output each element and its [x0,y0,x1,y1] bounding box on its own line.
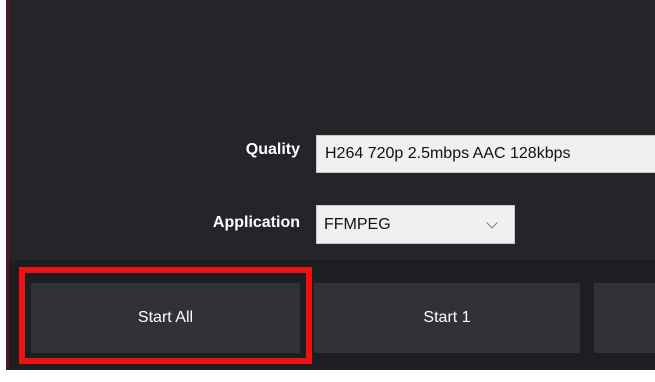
application-select[interactable]: FFMPEG [316,205,515,244]
start-all-button[interactable]: Start All [31,283,300,353]
bottom-edge [0,370,655,382]
quality-select[interactable]: H264 720p 2.5mbps AAC 128kbps [316,135,655,173]
quality-label: Quality [245,141,300,158]
partially-visible-button[interactable] [594,283,655,353]
application-value: FFMPEG [324,216,391,233]
streaming-settings-panel: Quality H264 720p 2.5mbps AAC 128kbps Ap… [0,0,655,382]
chevron-down-icon [486,217,498,229]
start-1-button[interactable]: Start 1 [314,283,580,353]
application-label: Application [212,214,300,231]
